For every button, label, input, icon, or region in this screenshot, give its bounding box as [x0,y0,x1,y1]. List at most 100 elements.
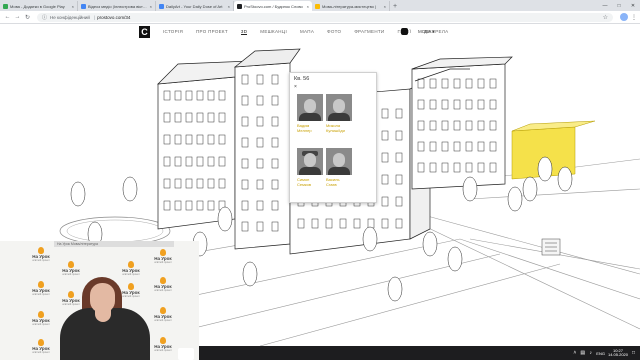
browser-tab[interactable]: Відеоз медіо |Іллюстрова вікторій × [78,1,156,11]
resident-name[interactable]: Вадим Меллер [297,123,325,133]
brand-logo: На Урокосвітній проект [28,311,54,326]
brand-sub: освітній проект [154,289,172,292]
flame-icon [68,291,74,298]
brand-sub: освітній проект [122,295,140,298]
system-tray: ˄ ▤ ♪ ENG 10:27 14.05.2020 □ [572,346,636,360]
resident-card[interactable]: Микола Кулиш/Іди [326,94,354,133]
tree [70,181,86,207]
brand-logo: На Урокосвітній проект [150,249,176,264]
resident-card[interactable]: Симон Семков [297,148,325,187]
resident-photo[interactable] [297,94,323,121]
tab-favicon-icon [3,3,8,9]
tab-favicon-icon [159,3,164,9]
brand-sub: освітній проект [62,273,80,276]
resident-photo[interactable] [326,148,352,175]
tab-close-icon[interactable]: × [150,4,152,9]
address-bar: ← → ↻ ⓘ Не конфіденційний | prostovo.com… [0,11,640,24]
omnibox[interactable]: ⓘ Не конфіденційний | prostovo.com/34 ☆ [37,12,613,22]
tab-title: ProStoovo.com / Будинок Слово [244,3,303,9]
resident-name[interactable]: Василь Сгаєв [326,177,354,187]
tab-favicon-icon [315,3,320,9]
network-icon[interactable]: ▤ [580,350,585,356]
site-logo[interactable]: C [139,26,150,38]
tree [122,176,138,202]
browser-tab-strip: Мова - Додатки в Google Play × Відеоз меді… [0,0,640,11]
tab-close-icon[interactable]: × [228,4,230,9]
resident-photo[interactable] [297,148,323,175]
new-tab-button[interactable]: + [390,1,400,11]
tree [362,226,378,252]
profile-avatar[interactable] [620,13,628,21]
brand-logo: На Урокосвітній проект [118,261,144,276]
os-taskbar: ˄ ▤ ♪ ENG 10:27 14.05.2020 □ [199,346,640,360]
resident-photo[interactable] [326,94,352,121]
brand-sub: освітній проект [32,323,50,326]
flame-icon [160,337,166,344]
flame-icon [38,247,44,254]
browser-tab[interactable]: DailyArt - Your Daily Dose of Art × [156,1,234,11]
url-text[interactable]: prostovo.com/34 [97,15,130,20]
brand-logo: На Урокосвітній проект [28,281,54,296]
browser-tab[interactable]: Мова-література-мистецтво | × [312,1,390,11]
tab-title: Мова - Додатки в Google Play [10,3,65,9]
menu-kebab-icon[interactable]: ⋮ [631,14,637,21]
reload-icon[interactable]: ↻ [23,13,32,22]
tree [557,166,573,192]
flame-icon [128,283,134,290]
brand-sub: освітній проект [154,349,172,352]
instagram-icon[interactable] [401,28,408,35]
nav-item[interactable]: ПРО ПРОЕКТ [196,29,228,35]
tree [537,156,553,182]
popup-close-icon[interactable]: × [294,84,297,90]
brand-sub: освітній проект [32,293,50,296]
close-window-icon[interactable]: ✕ [626,0,640,11]
tree [217,206,233,232]
input-language[interactable]: ENG [596,351,605,356]
language-selector[interactable]: МОВА ▾ [418,29,435,35]
bookmark-star-icon[interactable]: ☆ [603,14,608,21]
nav-item[interactable]: ФОТО [327,29,341,35]
tree [522,176,538,202]
mug [178,348,194,360]
minimize-icon[interactable]: — [598,0,612,11]
brand-sub: освітній проект [154,319,172,322]
resident-name[interactable]: Симон Семков [297,177,325,187]
flame-icon [38,281,44,288]
nav-item[interactable]: ФРАГМЕНТИ [354,29,384,35]
apartment-title: Кв. 56 [294,76,310,82]
security-label: Не конфіденційний [50,14,90,20]
site-nav: ІСТОРІЯ ПРО ПРОЕКТ 3D МЕШКАНЦІ МАПА ФОТО ФРАГМ… [163,29,461,35]
volume-icon[interactable]: ♪ [588,350,593,356]
nav-item[interactable]: МАПА [300,29,314,35]
tab-close-icon[interactable]: × [384,4,386,9]
browser-tab[interactable]: Мова - Додатки в Google Play × [0,1,78,11]
resident-name[interactable]: Микола Кулиш/Іди [326,123,354,133]
info-icon[interactable]: ⓘ [42,14,47,21]
tab-close-icon[interactable]: × [72,4,74,9]
flame-icon [128,261,134,268]
tree [422,231,438,257]
forward-icon[interactable]: → [13,13,22,22]
tree [447,246,463,272]
back-icon[interactable]: ← [3,13,12,22]
brand-logo: На Урокосвітній проект [150,307,176,322]
notifications-icon[interactable]: □ [631,350,636,356]
clock[interactable]: 10:27 14.05.2020 [608,348,628,358]
brand-sub: освітній проект [32,259,50,262]
tab-close-icon[interactable]: × [307,4,309,9]
separator: | [93,14,96,20]
chevron-up-icon[interactable]: ˄ [572,350,577,356]
resident-card[interactable]: Василь Сгаєв [326,148,354,187]
flame-icon [160,307,166,314]
tree [242,261,258,287]
brand-logo: На Урокосвітній проект [150,277,176,292]
nav-item[interactable]: 3D [240,29,248,35]
nav-item[interactable]: ІСТОРІЯ [163,29,183,35]
resident-card[interactable]: Вадим Меллер [297,94,325,133]
tab-title: DailyArt - Your Daily Dose of Art [166,3,223,9]
brand-logo: На Урокосвітній проект [28,339,54,354]
browser-tab[interactable]: ProStoovo.com / Будинок Слово × [234,1,312,11]
tab-favicon-icon [81,3,86,9]
nav-item[interactable]: МЕШКАНЦІ [260,29,287,35]
maximize-icon[interactable]: □ [612,0,626,11]
